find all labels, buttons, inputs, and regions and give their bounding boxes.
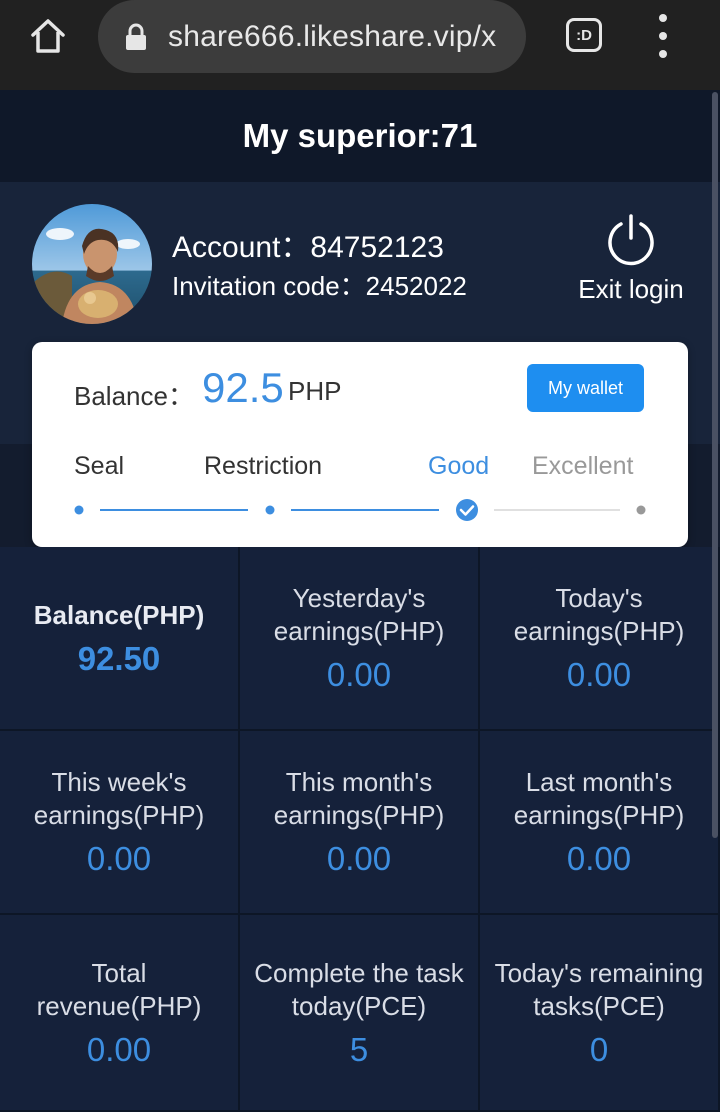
tab-switcher-button[interactable]: :D [566, 18, 602, 52]
level-restriction: Restriction [204, 452, 323, 480]
stat-value: 0 [589, 1030, 609, 1068]
stat-value: 0.00 [326, 656, 392, 693]
stat-total-revenue: Total revenue(PHP) 0.00 [0, 915, 240, 1112]
my-wallet-button[interactable]: My wallet [527, 364, 644, 412]
address-bar[interactable]: share666.likeshare.vip/x [98, 0, 526, 73]
url-text: share666.likeshare.vip/x [168, 19, 497, 53]
level-check-good-icon [456, 499, 478, 521]
stat-value: 0.00 [566, 840, 632, 877]
stat-last-month-earnings: Last month's earnings(PHP) 0.00 [480, 731, 720, 915]
balance-currency: PHP [288, 376, 342, 406]
more-menu-icon[interactable] [646, 14, 680, 58]
stat-today-earnings: Today's earnings(PHP) 0.00 [480, 547, 720, 731]
stat-label: This month's earnings(PHP) [273, 767, 445, 830]
stat-label: Last month's earnings(PHP) [513, 767, 685, 830]
stat-value: 0.00 [86, 840, 152, 877]
level-excellent: Excellent [532, 452, 634, 480]
level-good: Good [428, 452, 490, 480]
stat-value: 0.00 [566, 656, 632, 693]
stat-label: Balance(PHP) [33, 599, 205, 630]
lock-icon [126, 23, 146, 50]
level-progress-track [74, 499, 646, 521]
stat-completed-tasks: Complete the task today(PCE) 5 [240, 915, 480, 1112]
browser-toolbar: share666.likeshare.vip/x :D [0, 0, 720, 90]
stat-value: 92.50 [77, 639, 161, 677]
stat-month-earnings: This month's earnings(PHP) 0.00 [240, 731, 480, 915]
stat-label: Today's remaining tasks(PCE) [494, 957, 704, 1021]
stat-value: 0.00 [86, 1030, 152, 1068]
page-title: My superior:71 [0, 90, 720, 182]
stat-label: Total revenue(PHP) [36, 957, 202, 1021]
stat-remaining-tasks: Today's remaining tasks(PCE) 0 [480, 915, 720, 1112]
home-icon[interactable] [22, 13, 74, 59]
stat-label: Yesterday's earnings(PHP) [273, 583, 445, 646]
account-number: Account：84752123 [172, 231, 444, 264]
stat-label: Complete the task today(PCE) [254, 957, 464, 1021]
stat-balance: Balance(PHP) 92.50 [0, 547, 240, 731]
balance-amount: 92.5 [202, 364, 284, 411]
level-seal: Seal [74, 452, 125, 480]
stats-grid: Balance(PHP) 92.50 Yesterday's earnings(… [0, 547, 720, 1112]
stat-value: 5 [349, 1030, 369, 1068]
stat-value: 0.00 [326, 840, 392, 877]
level-dot-excellent [636, 505, 646, 515]
power-icon [608, 214, 654, 266]
stat-week-earnings: This week's earnings(PHP) 0.00 [0, 731, 240, 915]
avatar[interactable] [32, 204, 152, 324]
balance-label: Balance： [74, 381, 194, 411]
scrollbar-thumb[interactable] [712, 92, 718, 838]
invitation-code: Invitation code：2452022 [172, 271, 467, 301]
stat-label: This week's earnings(PHP) [33, 767, 205, 830]
level-dot-seal [74, 505, 84, 515]
balance-card: Balance： 92.5 PHP My wallet Seal Restric… [32, 342, 688, 547]
level-dot-restriction [265, 505, 275, 515]
stat-label: Today's earnings(PHP) [513, 583, 685, 646]
stat-yesterday-earnings: Yesterday's earnings(PHP) 0.00 [240, 547, 480, 731]
exit-login-label: Exit login [578, 274, 684, 304]
exit-login-button[interactable]: Exit login [566, 212, 696, 312]
